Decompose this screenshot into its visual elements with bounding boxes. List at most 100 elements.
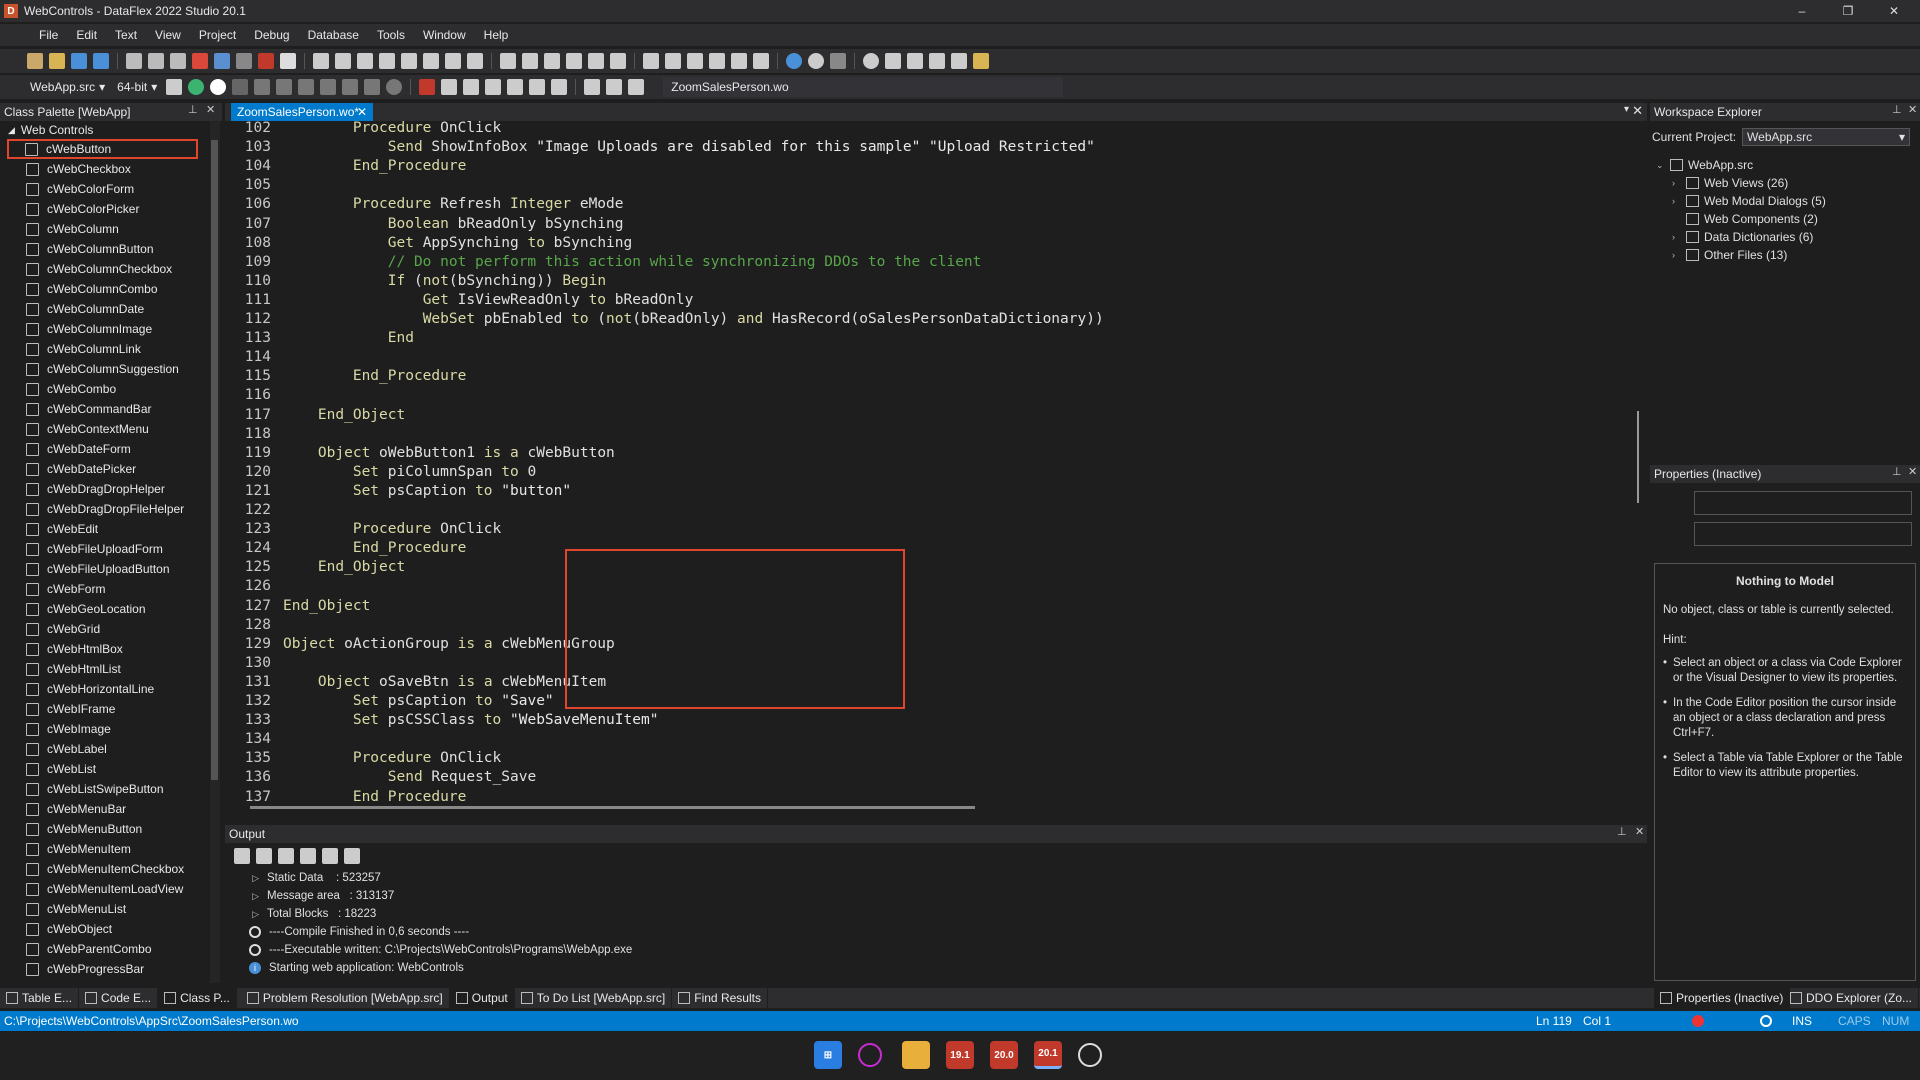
code-line[interactable]: 124 End_Procedure	[225, 539, 1625, 558]
palette-item-cwebcolorpicker[interactable]: cWebColorPicker	[0, 199, 222, 219]
code-line[interactable]: 117 End_Object	[225, 406, 1625, 425]
output-line[interactable]: i Starting web application: WebControls	[237, 959, 1637, 977]
delete-icon[interactable]	[192, 53, 208, 69]
dataflex-20-icon[interactable]: 20.0	[990, 1041, 1018, 1069]
palette-item-cwebedit[interactable]: cWebEdit	[0, 519, 222, 539]
palette-item-cwebhtmllist[interactable]: cWebHtmlList	[0, 659, 222, 679]
palette-item-cwebhtmlbox[interactable]: cWebHtmlBox	[0, 639, 222, 659]
workspace-node[interactable]: › Other Files (13)	[1656, 246, 1916, 264]
arrange-icon[interactable]	[973, 53, 989, 69]
output-line[interactable]: ▷ Static Data : 523257	[237, 869, 1637, 887]
new-file-icon[interactable]	[27, 53, 43, 69]
link-icon[interactable]	[522, 53, 538, 69]
code-line[interactable]: 116	[225, 386, 1625, 405]
report-icon[interactable]	[467, 53, 483, 69]
code-line[interactable]: 135 Procedure OnClick	[225, 749, 1625, 768]
wand-icon[interactable]	[753, 53, 769, 69]
code-line[interactable]: 113 End	[225, 329, 1625, 348]
bookmark-clear-icon[interactable]	[731, 53, 747, 69]
code-line[interactable]: 130	[225, 654, 1625, 673]
save-all-icon[interactable]	[93, 53, 109, 69]
code-line[interactable]: 107 Boolean bReadOnly bSynching	[225, 215, 1625, 234]
workspace-node[interactable]: Web Components (2)	[1656, 210, 1916, 228]
palette-item-cwebmenuitem[interactable]: cWebMenuItem	[0, 839, 222, 859]
dock-icon[interactable]	[951, 53, 967, 69]
grid-icon[interactable]	[379, 53, 395, 69]
designer-icon[interactable]	[419, 79, 436, 95]
tab-table-explorer[interactable]: Table E...	[0, 988, 80, 1008]
cut-icon[interactable]	[126, 53, 142, 69]
document-icon[interactable]	[610, 53, 626, 69]
tab-output[interactable]: Output	[449, 988, 515, 1008]
indent-icon[interactable]	[643, 53, 659, 69]
code-line[interactable]: 131 Object oSaveBtn is a cWebMenuItem	[225, 673, 1625, 692]
palette-item-cwebcolumnbutton[interactable]: cWebColumnButton	[0, 239, 222, 259]
run-icon[interactable]	[188, 79, 205, 95]
palette-item-cwebbutton[interactable]: cWebButton	[7, 139, 198, 159]
globe-icon[interactable]	[628, 79, 645, 95]
tab-ddo-explorer[interactable]: DDO Explorer (Zo...	[1784, 988, 1920, 1008]
palette-item-cwebcheckbox[interactable]: cWebCheckbox	[0, 159, 222, 179]
search-icon[interactable]	[863, 53, 879, 69]
web-icon[interactable]	[808, 53, 824, 69]
workspace-node[interactable]: › Web Views (26)	[1656, 174, 1916, 192]
error-indicator-icon[interactable]	[1692, 1015, 1704, 1027]
rows-icon[interactable]	[606, 79, 623, 95]
properties-object-field[interactable]	[1694, 491, 1912, 515]
bookmark-next-icon[interactable]	[687, 53, 703, 69]
palette-item-cweblabel[interactable]: cWebLabel	[0, 739, 222, 759]
redo-icon[interactable]	[236, 53, 252, 69]
menu-edit[interactable]: Edit	[67, 28, 106, 42]
palette-item-cwebcombo[interactable]: cWebCombo	[0, 379, 222, 399]
code-line[interactable]: 123 Procedure OnClick	[225, 520, 1625, 539]
tab-class-palette[interactable]: Class P...	[158, 988, 237, 1008]
save-icon[interactable]	[71, 53, 87, 69]
close-icon[interactable]: ✕	[1635, 825, 1644, 838]
pin-icon[interactable]: ⊥	[188, 103, 198, 116]
code-line[interactable]: 128	[225, 616, 1625, 635]
output-line[interactable]: ▷ Total Blocks : 18223	[237, 905, 1637, 923]
step-into-icon[interactable]	[276, 79, 293, 95]
code-line[interactable]: 104 End_Procedure	[225, 157, 1625, 176]
bookmark-icon[interactable]	[665, 53, 681, 69]
menu-database[interactable]: Database	[299, 28, 368, 42]
palette-item-cwebobject[interactable]: cWebObject	[0, 919, 222, 939]
code-line[interactable]: 121 Set psCaption to "button"	[225, 482, 1625, 501]
opera-browser-icon[interactable]	[858, 1043, 882, 1067]
project-combo[interactable]: WebApp.src ▾	[24, 80, 111, 94]
code-line[interactable]: 114	[225, 348, 1625, 367]
code-line[interactable]: 111 Get IsViewReadOnly to bReadOnly	[225, 291, 1625, 310]
palette-item-cwebmenuitemloadview[interactable]: cWebMenuItemLoadView	[0, 879, 222, 899]
palette-item-cwebdragdrophelper[interactable]: cWebDragDropHelper	[0, 479, 222, 499]
compile-icon[interactable]	[166, 79, 183, 95]
palette-item-cwebcolumnsuggestion[interactable]: cWebColumnSuggestion	[0, 359, 222, 379]
palette-item-cwebfileuploadbutton[interactable]: cWebFileUploadButton	[0, 559, 222, 579]
undo-icon[interactable]	[214, 53, 230, 69]
palette-item-cwebmenuitemcheckbox[interactable]: cWebMenuItemCheckbox	[0, 859, 222, 879]
palette-item-cwebgrid[interactable]: cWebGrid	[0, 619, 222, 639]
palette-item-cwebcolumncheckbox[interactable]: cWebColumnCheckbox	[0, 259, 222, 279]
code-line[interactable]: 136 Send Request_Save	[225, 768, 1625, 787]
dataflex-20-1-icon[interactable]: 20.1	[1034, 1041, 1062, 1069]
palette-item-cweblist[interactable]: cWebList	[0, 759, 222, 779]
code-line[interactable]: 109 // Do not perform this action while …	[225, 253, 1625, 272]
help-icon[interactable]	[786, 53, 802, 69]
palette-item-cwebprogressbar[interactable]: cWebProgressBar	[0, 959, 222, 979]
cloud-icon[interactable]	[507, 79, 524, 95]
workspace-root-node[interactable]: ⌄ WebApp.src	[1656, 156, 1916, 174]
code-line[interactable]: 105	[225, 176, 1625, 195]
code-line[interactable]: 106 Procedure Refresh Integer eMode	[225, 195, 1625, 214]
menu-project[interactable]: Project	[190, 28, 245, 42]
play-icon[interactable]	[232, 79, 249, 95]
properties-filter-field[interactable]	[1694, 522, 1912, 546]
dataflex-19-icon[interactable]: 19.1	[946, 1041, 974, 1069]
menu-text[interactable]: Text	[106, 28, 146, 42]
menu-debug[interactable]: Debug	[245, 28, 298, 42]
find-files-icon[interactable]	[929, 53, 945, 69]
palette-item-cwebhorizontalline[interactable]: cWebHorizontalLine	[0, 679, 222, 699]
code-line[interactable]: 126	[225, 577, 1625, 596]
palette-item-cweblistswipebutton[interactable]: cWebListSwipeButton	[0, 779, 222, 799]
palette-item-cwebcolorform[interactable]: cWebColorForm	[0, 179, 222, 199]
output-line[interactable]: ----Executable written: C:\Projects\WebC…	[237, 941, 1637, 959]
collapse-triangle-icon[interactable]: ◢	[8, 125, 15, 136]
